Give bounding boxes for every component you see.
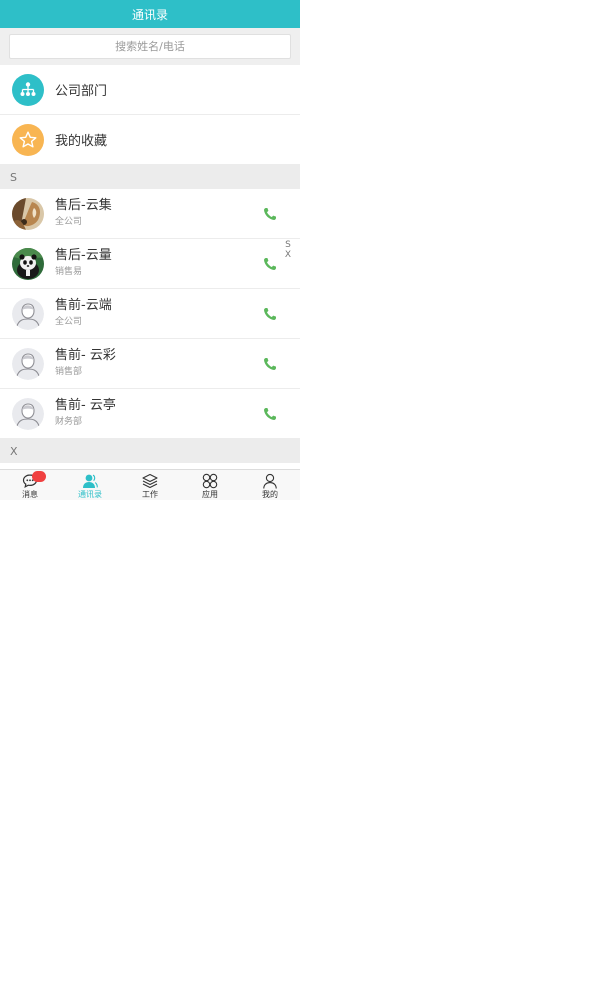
contact-department: 全公司 — [55, 317, 83, 327]
contact-row[interactable]: 售前- 云彩 销售部 — [0, 339, 300, 389]
tab-label: 工作 — [142, 490, 158, 499]
header-bar: 通讯录 — [0, 0, 300, 28]
contact-name: 售前-云端 — [55, 298, 112, 313]
tab-label: 消息 — [22, 490, 38, 499]
contact-row[interactable]: 售后-云集 全公司 — [0, 189, 300, 239]
tab-messages[interactable]: 消息 — [0, 470, 60, 500]
tab-me[interactable]: 我的 — [240, 470, 300, 500]
star-icon — [12, 123, 44, 156]
tab-contacts[interactable]: 通讯录 — [60, 470, 120, 500]
alphabet-index-bar[interactable]: S X — [282, 240, 294, 260]
contact-name: 售后-云集 — [55, 198, 112, 213]
section-header-x: X — [0, 439, 300, 463]
contact-department: 财务部 — [55, 417, 83, 427]
phone-icon[interactable] — [263, 257, 277, 271]
default-avatar-icon — [12, 297, 44, 330]
my-favorites-item[interactable]: 我的收藏 — [0, 115, 300, 165]
phone-icon[interactable] — [263, 307, 277, 321]
contact-name: 售后-云量 — [55, 248, 112, 263]
contact-name: 售前- 云亭 — [55, 398, 116, 413]
company-departments-item[interactable]: 公司部门 — [0, 65, 300, 115]
tab-apps[interactable]: 应用 — [180, 470, 240, 500]
tab-work[interactable]: 工作 — [120, 470, 180, 500]
contact-row[interactable]: 售前- 云亭 财务部 — [0, 389, 300, 439]
section-header-s: S — [0, 165, 300, 189]
default-avatar-icon — [12, 397, 44, 430]
apps-icon — [201, 472, 219, 490]
phone-icon[interactable] — [263, 357, 277, 371]
contact-department: 销售易 — [55, 267, 83, 277]
bottom-tab-bar: 消息 通讯录 工作 应用 我的 — [0, 469, 300, 500]
page-title: 通讯录 — [131, 7, 168, 22]
user-icon — [261, 472, 279, 490]
org-chart-icon — [12, 73, 44, 106]
phone-icon[interactable] — [263, 207, 277, 221]
tab-label: 应用 — [202, 490, 218, 499]
tab-label: 通讯录 — [78, 490, 102, 499]
layers-icon — [141, 472, 159, 490]
menu-label-favorites: 我的收藏 — [55, 134, 108, 149]
photo-avatar-panda — [12, 247, 44, 280]
unread-badge — [32, 471, 46, 482]
contact-row[interactable]: 售前-云端 全公司 — [0, 289, 300, 339]
section-letter: X — [10, 444, 18, 458]
phone-icon[interactable] — [263, 407, 277, 421]
contact-department: 销售部 — [55, 367, 83, 377]
menu-label-departments: 公司部门 — [55, 84, 108, 99]
contact-name: 售前- 云彩 — [55, 348, 116, 363]
tab-label: 我的 — [262, 490, 278, 499]
contact-row[interactable]: 售后-云量 销售易 — [0, 239, 300, 289]
search-bar — [0, 28, 300, 65]
contact-department: 全公司 — [55, 217, 83, 227]
search-input[interactable] — [9, 34, 291, 59]
contacts-screen: 通讯录 公司部门 我的收藏 S — [0, 0, 300, 500]
contacts-icon — [81, 472, 99, 490]
photo-avatar-dog — [12, 197, 44, 230]
index-letter-x[interactable]: X — [282, 250, 294, 260]
index-letter-s[interactable]: S — [282, 240, 294, 250]
section-letter: S — [10, 170, 17, 184]
default-avatar-icon — [12, 347, 44, 380]
